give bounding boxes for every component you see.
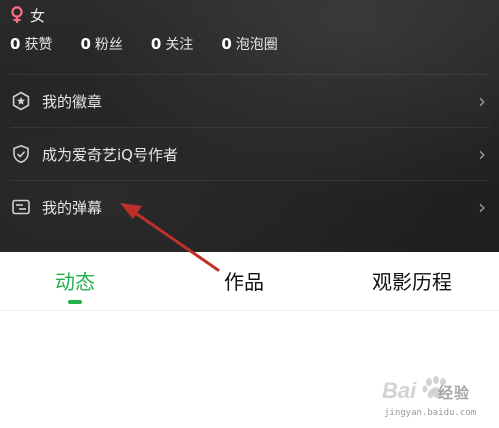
stat-value: 0	[150, 35, 162, 53]
watermark-url: jingyan.baidu.com	[384, 408, 477, 418]
stat-bubble-circle[interactable]: 0 泡泡圈	[221, 34, 277, 54]
stat-value: 0	[221, 35, 232, 53]
menu-item-label: 成为爱奇艺iQ号作者	[42, 145, 178, 164]
active-tab-indicator	[68, 300, 82, 304]
tab-bar: 动态 作品 观影历程	[0, 252, 499, 311]
stat-label: 获赞	[24, 37, 53, 53]
profile-header: 女 0 获赞 0 粉丝 0 关注 0 泡泡圈 我的徽章 › 成为爱奇艺iQ号作者…	[0, 0, 499, 252]
badge-icon	[10, 90, 32, 112]
menu-item-become-author[interactable]: 成为爱奇艺iQ号作者 ›	[10, 127, 490, 180]
tab-watch-history[interactable]: 观影历程	[372, 266, 452, 295]
stat-likes[interactable]: 0 获赞	[10, 34, 52, 54]
stat-label: 泡泡圈	[235, 37, 278, 53]
chevron-right-icon: ›	[478, 89, 486, 113]
stats-row: 0 获赞 0 粉丝 0 关注 0 泡泡圈	[10, 33, 306, 55]
tab-feed[interactable]: 动态	[55, 266, 95, 295]
danmaku-icon	[10, 196, 32, 218]
shield-check-icon	[10, 143, 32, 165]
stat-fans[interactable]: 0 粉丝	[80, 34, 122, 54]
stat-value: 0	[80, 35, 91, 53]
menu-item-label: 我的徽章	[42, 92, 103, 111]
tab-works[interactable]: 作品	[224, 266, 264, 295]
stat-following[interactable]: 0 关注	[151, 34, 193, 54]
stat-label: 关注	[165, 37, 194, 53]
menu-item-label: 我的弹幕	[42, 198, 103, 217]
chevron-right-icon: ›	[478, 142, 486, 166]
stat-value: 0	[10, 35, 21, 53]
watermark-brand: Bai	[382, 378, 417, 403]
female-gender-icon	[10, 6, 24, 24]
gender-label: 女	[30, 6, 46, 25]
stat-label: 粉丝	[94, 37, 123, 53]
menu-item-badges[interactable]: 我的徽章 ›	[10, 74, 490, 127]
menu-item-my-danmaku[interactable]: 我的弹幕 ›	[10, 180, 490, 233]
watermark-title: 经验	[438, 384, 471, 402]
chevron-right-icon: ›	[478, 195, 486, 219]
gender-row: 女	[10, 4, 45, 26]
